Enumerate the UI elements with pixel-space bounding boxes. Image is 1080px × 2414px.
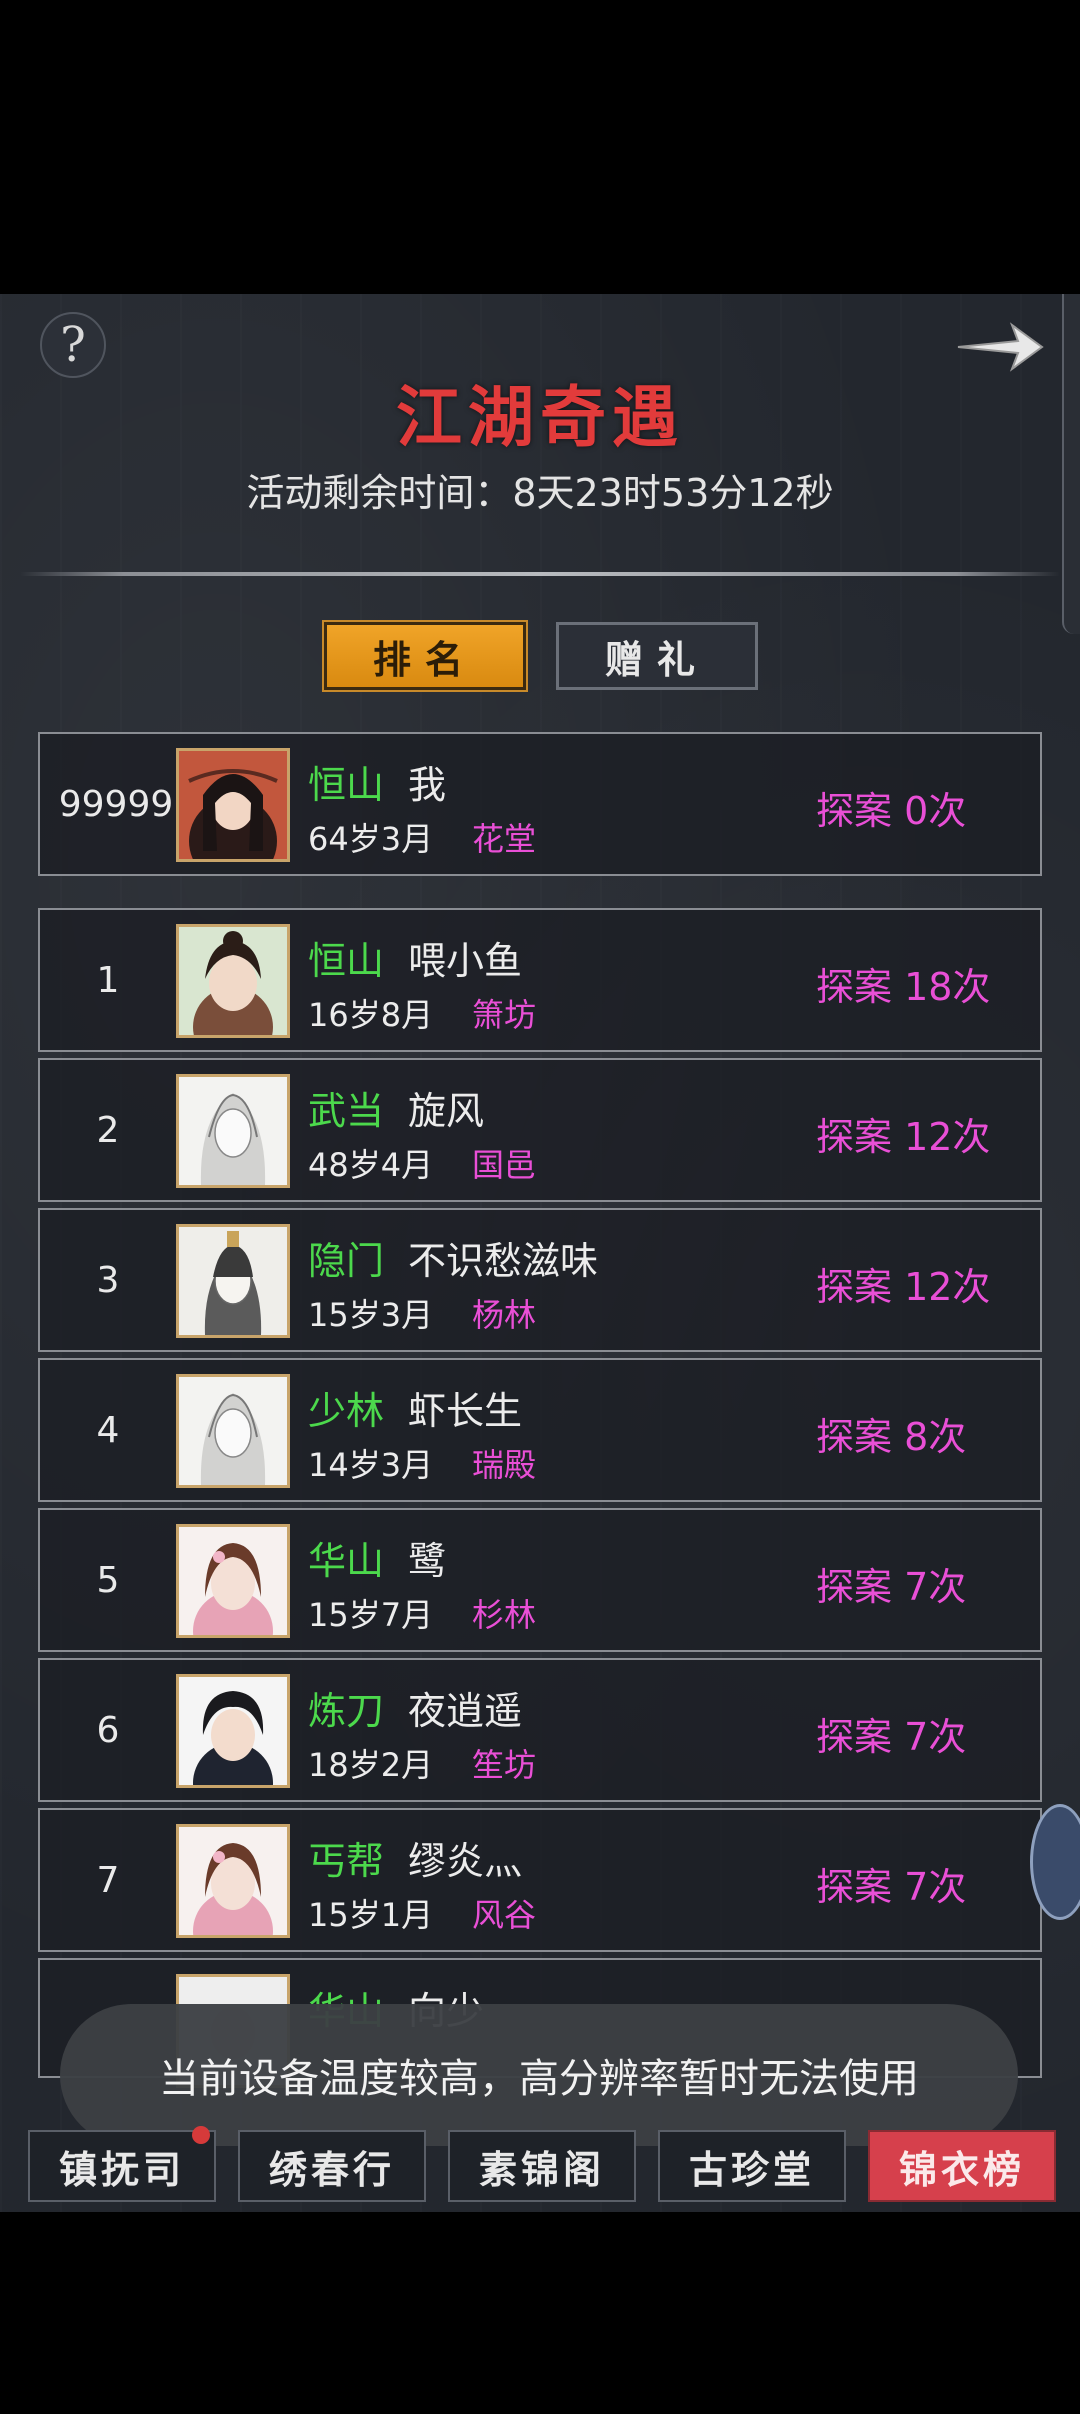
player-age: 64岁3月 (308, 820, 434, 858)
sect-label: 恒山 (308, 763, 385, 807)
player-name: 不识愁滋味 (408, 1239, 599, 1283)
bottom-nav: 镇抚司 绣春行 素锦阁 古珍堂 锦衣榜 (0, 2122, 1080, 2212)
nav-item-label: 绣春行 (268, 2146, 395, 2192)
self-rank-row[interactable]: 99999 恒山 我 64岁3月 花堂 探案 0次 (38, 732, 1042, 876)
rank-row[interactable]: 7 丐帮 缪炎灬 15岁1月 风谷 探案 7次 (38, 1808, 1042, 1952)
explore-count: 探案 12次 (816, 1115, 991, 1159)
rank-number: 7 (96, 1859, 120, 1901)
rank-number: 6 (96, 1709, 120, 1751)
player-name: 旋风 (408, 1089, 485, 1133)
explore-count: 探案 0次 (816, 789, 967, 833)
rank-row[interactable]: 3 隐门 不识愁滋味 15岁3月 杨林 探案 12次 (38, 1208, 1042, 1352)
app-screen: ? 江湖奇遇 活动剩余时间：8天23时53分12秒 排名 赠礼 99999 恒山… (0, 294, 1080, 2212)
page-title: 江湖奇遇 (396, 378, 684, 456)
nav-item-label: 古珍堂 (688, 2146, 815, 2192)
avatar (176, 924, 290, 1038)
player-name: 喂小鱼 (408, 939, 523, 983)
nav-item-guzhentang[interactable]: 古珍堂 (658, 2130, 846, 2202)
sect-label: 丐帮 (308, 1839, 385, 1883)
player-location: 笙坊 (472, 1746, 537, 1784)
player-location: 花堂 (472, 820, 537, 858)
player-name: 鹭 (408, 1539, 447, 1583)
header-divider (20, 572, 1060, 576)
notification-dot (192, 2126, 210, 2144)
rank-row[interactable]: 1 恒山 喂小鱼 16岁8月 箫坊 探案 18次 (38, 908, 1042, 1052)
rank-row[interactable]: 2 武当 旋风 48岁4月 国邑 探案 12次 (38, 1058, 1042, 1202)
avatar (176, 1374, 290, 1488)
player-location: 瑞殿 (472, 1446, 537, 1484)
player-age: 15岁3月 (308, 1296, 434, 1334)
player-location: 国邑 (472, 1146, 537, 1184)
nav-item-label: 锦衣榜 (898, 2146, 1025, 2192)
avatar (176, 1524, 290, 1638)
player-age: 14岁3月 (308, 1446, 434, 1484)
sect-label: 隐门 (308, 1239, 385, 1283)
player-name: 缪炎灬 (408, 1839, 523, 1883)
explore-count: 探案 7次 (816, 1565, 967, 1609)
player-age: 18岁2月 (308, 1746, 434, 1784)
explore-count: 探案 18次 (816, 965, 991, 1009)
player-age: 15岁7月 (308, 1596, 434, 1634)
nav-item-sujinge[interactable]: 素锦阁 (448, 2130, 636, 2202)
avatar (176, 1224, 290, 1338)
tab-ranking[interactable]: 排名 (322, 620, 528, 692)
player-name: 我 (408, 763, 447, 807)
avatar (176, 1824, 290, 1938)
avatar (176, 1674, 290, 1788)
player-name: 夜逍遥 (408, 1689, 523, 1733)
avatar (176, 1074, 290, 1188)
player-location: 箫坊 (472, 996, 537, 1034)
sect-label: 武当 (308, 1089, 385, 1133)
rank-number: 99999 (58, 783, 174, 825)
player-location: 风谷 (472, 1896, 537, 1934)
player-location: 杉林 (472, 1596, 537, 1634)
tab-ranking-label: 排名 (372, 636, 477, 682)
rank-number: 3 (96, 1259, 120, 1301)
rank-row[interactable]: 5 华山 鹭 15岁7月 杉林 探案 7次 (38, 1508, 1042, 1652)
rank-row[interactable]: 6 炼刀 夜逍遥 18岁2月 笙坊 探案 7次 (38, 1658, 1042, 1802)
nav-item-zhenfusi[interactable]: 镇抚司 (28, 2126, 216, 2202)
player-location: 杨林 (472, 1296, 537, 1334)
rank-number: 2 (96, 1109, 120, 1151)
tab-gift-label: 赠礼 (604, 636, 709, 682)
player-age: 48岁4月 (308, 1146, 434, 1184)
explore-count: 探案 7次 (816, 1865, 967, 1909)
explore-count: 探案 7次 (816, 1715, 967, 1759)
nav-item-label: 素锦阁 (478, 2146, 605, 2192)
sect-label: 少林 (308, 1389, 385, 1433)
explore-count: 探案 12次 (816, 1265, 991, 1309)
player-age: 16岁8月 (308, 996, 434, 1034)
player-age: 15岁1月 (308, 1896, 434, 1934)
event-countdown: 活动剩余时间：8天23时53分12秒 (246, 471, 834, 515)
rank-number: 4 (96, 1409, 120, 1451)
sect-label: 华山 (308, 1539, 385, 1583)
sect-label: 炼刀 (308, 1689, 385, 1733)
tab-gift[interactable]: 赠礼 (556, 622, 758, 690)
rank-number: 1 (96, 959, 120, 1001)
rank-number: 5 (96, 1559, 120, 1601)
rank-row[interactable]: 4 少林 虾长生 14岁3月 瑞殿 探案 8次 (38, 1358, 1042, 1502)
avatar (176, 748, 290, 862)
player-name: 虾长生 (408, 1389, 523, 1433)
nav-item-label: 镇抚司 (58, 2146, 185, 2192)
nav-item-jinyibang[interactable]: 锦衣榜 (868, 2130, 1056, 2202)
sect-label: 恒山 (308, 939, 385, 983)
explore-count: 探案 8次 (816, 1415, 967, 1459)
nav-item-xiuchunxing[interactable]: 绣春行 (238, 2130, 426, 2202)
